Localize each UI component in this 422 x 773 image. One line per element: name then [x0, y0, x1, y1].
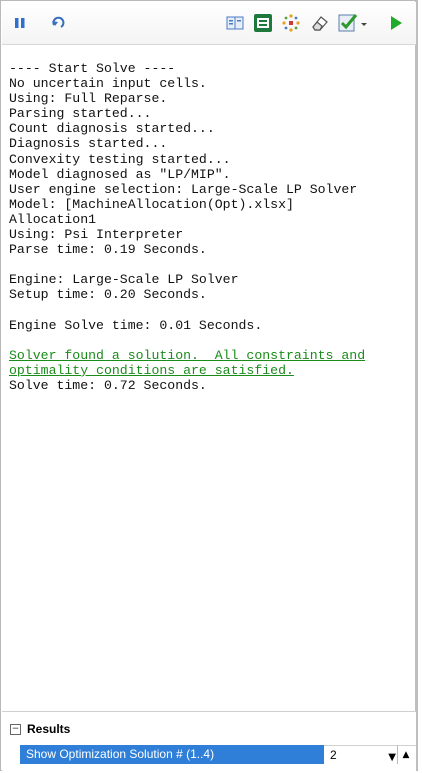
report-icon[interactable] [251, 11, 275, 35]
log-line: Parse time: 0.19 Seconds. [9, 242, 207, 258]
next-property-row-cutoff [20, 765, 320, 773]
log-line: Using: Psi Interpreter [9, 227, 184, 243]
log-line: Model: [MachineAllocation(Opt).xlsx] [9, 196, 294, 212]
pause-icon[interactable] [8, 11, 32, 35]
collapse-toggle-icon[interactable]: − [10, 723, 21, 735]
log-line: Convexity testing started... [9, 151, 231, 167]
run-icon[interactable] [384, 11, 408, 35]
chevron-up-icon[interactable]: ▲ [397, 746, 414, 764]
results-panel: − Results Show Optimization Solution # (… [2, 711, 416, 773]
log-line: User engine selection: Large-Scale LP So… [9, 181, 358, 197]
log-line: Parsing started... [9, 106, 152, 122]
log-line: Solver found a solution. All constraints… [9, 347, 366, 363]
model-icon[interactable] [224, 11, 248, 35]
log-line: Setup time: 0.20 Seconds. [9, 287, 207, 303]
log-line: Model diagnosed as "LP/MIP". [9, 166, 231, 182]
undo-icon[interactable] [46, 11, 70, 35]
toolbar [2, 2, 416, 45]
log-line: Count diagnosis started... [9, 121, 215, 137]
results-title: Results [27, 722, 71, 736]
solution-number-value: 2 [330, 748, 337, 762]
chevron-down-icon[interactable]: ▼ [388, 748, 396, 767]
log-line: Engine: Large-Scale LP Solver [9, 272, 239, 288]
analysis-dropdown-button[interactable] [337, 11, 371, 35]
log-line: Diagnosis started... [9, 136, 168, 152]
log-line: Allocation1 [9, 211, 97, 227]
log-line: No uncertain input cells. [9, 76, 207, 92]
output-log: ---- Start Solve ---- No uncertain input … [9, 61, 411, 393]
log-line: ---- Start Solve ---- [9, 61, 176, 76]
log-line: Using: Full Reparse. [9, 91, 168, 107]
log-line: Engine Solve time: 0.01 Seconds. [9, 317, 263, 333]
solver-task-pane: ---- Start Solve ---- No uncertain input … [0, 0, 418, 773]
eraser-icon[interactable] [308, 11, 332, 35]
solution-number-field[interactable]: 2 ▼ ▲ [324, 745, 416, 764]
property-label: Show Optimization Solution # (1..4) [20, 745, 324, 764]
log-line: optimality conditions are satisfied. [9, 362, 294, 378]
variables-icon[interactable] [279, 11, 303, 35]
results-header[interactable]: − Results [2, 718, 70, 740]
property-row[interactable]: Show Optimization Solution # (1..4) 2 ▼ … [20, 745, 416, 764]
log-line: Solve time: 0.72 Seconds. [9, 377, 207, 393]
